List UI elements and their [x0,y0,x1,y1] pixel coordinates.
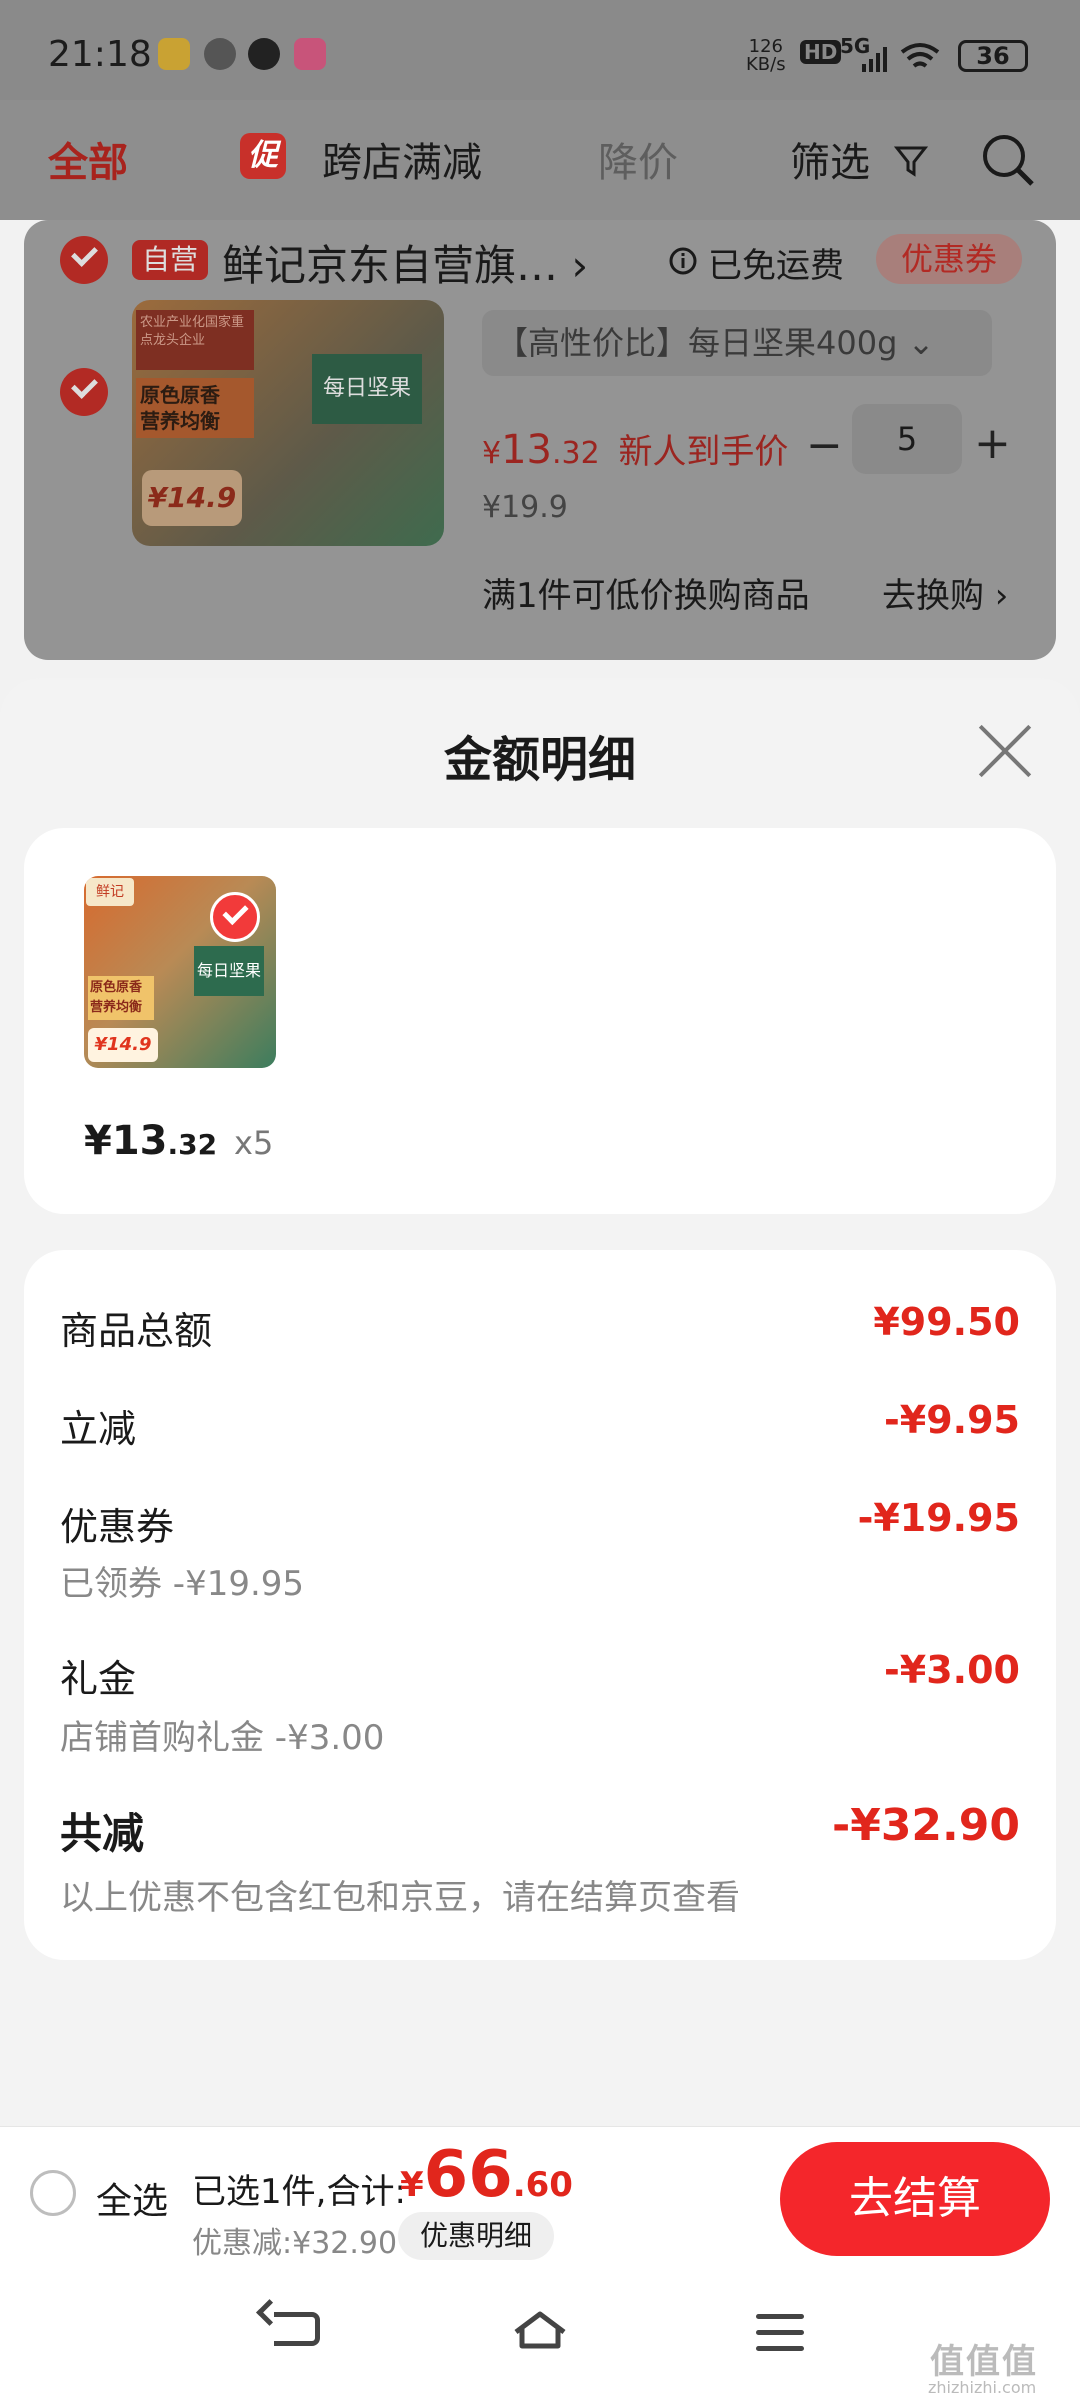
row-gift-money-sub: 店铺首购礼金 -¥3.00 [60,1718,385,1758]
order-total: ¥66.60 [400,2138,573,2212]
row-gift-money-label: 礼金 [60,1657,137,1701]
coupon-button[interactable]: 优惠券 [876,234,1022,284]
total-discount-label: 共减 [60,1809,145,1858]
net-speed: 126 KB/s [746,36,786,75]
battery-indicator: 36 [958,40,1028,72]
status-time: 21:18 [48,34,152,75]
tab-filter[interactable]: 筛选 [790,130,870,188]
tab-all[interactable]: 全部 [48,130,128,188]
selected-count-text: 已选1件,合计: [192,2172,406,2212]
price-breakdown-card [24,1250,1056,1960]
row-instant-discount-value: -¥9.95 [884,1398,1020,1442]
selected-check-icon [210,892,260,942]
app-notification-icon [158,38,190,70]
shop-name-link[interactable]: 鲜记京东自营旗… › [222,232,588,293]
discount-detail-button[interactable]: 优惠明细 [398,2212,554,2260]
self-operated-badge: 自营 [132,240,208,280]
select-all-radio[interactable] [30,2170,76,2216]
promo-badge-icon: 促 [240,133,286,179]
info-icon[interactable] [668,246,698,276]
tab-cross-shop-discount[interactable]: 跨店满减 [322,130,482,188]
summary-item-qty: x5 [234,1124,274,1162]
row-coupon-label: 优惠券 [60,1505,175,1549]
menu-icon[interactable] [756,2314,804,2354]
total-discount-note: 以上优惠不包含红包和京豆，请在结算页查看 [60,1878,740,1918]
exchange-link[interactable]: 去换购 › [882,568,1008,617]
row-gift-money-value: -¥3.00 [884,1648,1020,1692]
item-price: ¥13.32 新人到手价 [482,427,789,473]
watermark-url: zhizhizhi.com [928,2378,1037,2397]
hd-icon: HD [800,40,842,64]
total-discount-value: -¥32.90 [831,1800,1020,1851]
zhi-notification-icon [204,38,236,70]
exchange-promo-text: 满1件可低价换购商品 [482,576,810,616]
tab-price-drop[interactable]: 降价 [598,130,678,188]
signal-bars-icon [862,47,887,72]
spec-selector[interactable]: 【高性价比】每日坚果400g ⌄ [482,310,992,376]
row-coupon-value: -¥19.95 [857,1496,1020,1540]
row-goods-total-label: 商品总额 [60,1309,213,1353]
product-image-price: ¥14.9 [142,470,242,526]
row-goods-total-value: ¥99.50 [873,1300,1020,1344]
product-image-label: 每日坚果 [312,354,422,424]
product-image-badge: 农业产业化国家重点龙头企业 [136,310,254,370]
quantity-minus-button[interactable]: − [806,420,843,471]
original-price: ¥19.9 [482,490,568,525]
close-icon[interactable] [976,722,1034,780]
select-all-label[interactable]: 全选 [96,2172,168,2224]
free-shipping-text: 已免运费 [708,246,844,286]
summary-item-price: ¥13.32 [84,1118,218,1164]
search-icon[interactable] [980,132,1036,188]
row-coupon-sub: 已领券 -¥19.95 [60,1564,305,1604]
quantity-input[interactable]: 5 [852,404,962,474]
qq-notification-icon [248,38,280,70]
checkout-button[interactable]: 去结算 [780,2142,1050,2256]
item-checkbox[interactable] [60,368,108,416]
product-image-tags: 原色原香 营养均衡 [136,378,254,438]
watermark-logo: 值值值 [930,2342,1038,2382]
shop-checkbox[interactable] [60,236,108,284]
wifi-icon [900,43,940,68]
video-notification-icon [294,38,326,70]
back-icon[interactable] [274,2312,320,2346]
home-icon[interactable] [512,2310,568,2350]
row-instant-discount-label: 立减 [60,1407,137,1451]
sheet-title: 金额明细 [443,732,636,788]
filter-icon[interactable] [894,144,928,178]
product-image[interactable]: 农业产业化国家重点龙头企业 原色原香 营养均衡 每日坚果 ¥14.9 [132,300,444,546]
discount-summary: 优惠减:¥32.90 [192,2226,398,2261]
quantity-plus-button[interactable]: + [974,418,1011,469]
